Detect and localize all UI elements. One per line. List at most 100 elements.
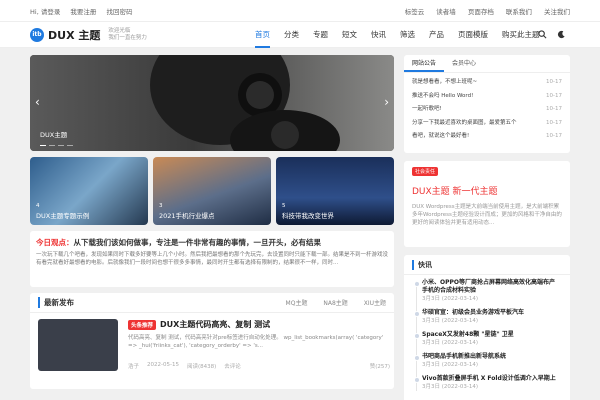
- announcement-title: 推送不会吗 Hello Word!: [412, 92, 474, 99]
- topic-cards: 4 DUX主题专题示例 3 2021手机行业爆点 5 科技带我改变世界: [30, 157, 394, 225]
- news-item[interactable]: 华硕官宣：初级会员业务游戏平板汽车 3月3日 (2022-03-14): [414, 309, 560, 325]
- moon-icon[interactable]: [557, 30, 566, 39]
- slider-dot[interactable]: [49, 144, 55, 146]
- announcement-date: 10-17: [546, 92, 562, 99]
- top-bar-right: 标签云 读者墙 页面存档 联系我们 关注我们: [395, 6, 570, 16]
- post-thumbnail[interactable]: [38, 319, 118, 371]
- main-nav: 首页 分类 专题 短文 快讯 筛选 产品 页面模版 购买此主题: [255, 22, 554, 48]
- topic-card-label: 科技带我改变世界: [282, 212, 334, 220]
- news-item-title: 小米、OPPO等厂商抢占屏幕网络高效化高端布产手机的合成材料实验: [422, 279, 555, 294]
- post-author[interactable]: 浩子: [128, 362, 139, 370]
- announcement-tabs: 网站公告 会员中心: [404, 55, 570, 73]
- news-item-date: 3月3日 (2022-03-14): [422, 362, 479, 368]
- announcement-item[interactable]: 推送不会吗 Hello Word! 10-17: [412, 90, 562, 104]
- tab-xiu[interactable]: XIU主题: [364, 300, 386, 307]
- tab-announcements[interactable]: 网站公告: [404, 55, 445, 72]
- hero-slider[interactable]: ‹ › DUX主题: [30, 55, 394, 151]
- news-item-date: 3月3日 (2022-03-14): [422, 296, 479, 302]
- topic-card[interactable]: 4 DUX主题专题示例: [30, 157, 148, 225]
- slider-caption: DUX主题: [40, 131, 68, 139]
- nav-home[interactable]: 首页: [255, 22, 270, 48]
- promo-title[interactable]: DUX主题 新一代主题: [412, 184, 562, 197]
- tagline-line-2: 我们一直在努力: [108, 34, 147, 41]
- slider-dot[interactable]: [67, 144, 73, 146]
- post-comments[interactable]: 去评论: [224, 362, 241, 370]
- contact-link[interactable]: 联系我们: [506, 8, 532, 16]
- nav-buy[interactable]: 购买此主题: [502, 22, 540, 48]
- tag-cloud-link[interactable]: 标签云: [405, 8, 425, 16]
- register-link[interactable]: 我要注册: [70, 8, 96, 16]
- tab-member-center[interactable]: 会员中心: [444, 55, 484, 72]
- archive-link[interactable]: 页面存档: [468, 8, 494, 16]
- announcement-date: 10-17: [546, 79, 562, 85]
- post-excerpt: 代码高亮、复制 测试，代码高亮针对pre标签进行自动化处理。 wp_list_b…: [128, 335, 384, 349]
- announcement-title: 就是想看看，不想上班呢~: [412, 79, 478, 85]
- latest-posts: 最新发布 MQ主题 NA8主题 XIU主题 头条推荐 DUX主题代码高亮、复制 测…: [30, 293, 394, 389]
- post-title[interactable]: DUX主题代码高亮、复制 测试: [160, 320, 270, 329]
- news-item[interactable]: 小米、OPPO等厂商抢占屏幕网络高效化高端布产手机的合成材料实验 3月3日 (20…: [414, 279, 560, 303]
- main-content: ‹ › DUX主题 4 DUX主题专题示例 3 2021手机行业爆点 5 科技带…: [30, 55, 394, 389]
- announcement-date: 10-17: [546, 106, 562, 112]
- slider-dot[interactable]: [40, 144, 46, 146]
- slider-dot[interactable]: [58, 144, 64, 146]
- today-viewpoint[interactable]: 今日观点：从下载我们该如何做事，专注是一件非常有趣的事情，一旦开头，必有结果 一…: [30, 231, 394, 287]
- promo-tag: 社会责任: [412, 167, 439, 176]
- news-item[interactable]: SpaceX又发射48颗 "星链" 卫星 3月3日 (2022-03-14): [414, 331, 560, 347]
- news-item-date: 3月3日 (2022-03-14): [422, 384, 479, 390]
- follow-us-link[interactable]: 关注我们: [544, 8, 570, 16]
- post-item[interactable]: 头条推荐 DUX主题代码高亮、复制 测试 代码高亮、复制 测试，代码高亮针对pre…: [38, 319, 390, 371]
- nav-templates[interactable]: 页面模版: [458, 22, 488, 48]
- announcement-item[interactable]: 就是想看看，不想上班呢~ 10-17: [412, 76, 562, 90]
- viewpoint-title: 从下载我们该如何做事，专注是一件非常有趣的事情，一旦开头，必有结果: [73, 238, 322, 247]
- promo-desc: DUX Wordpress主题是大前端当前使用主题，是大前端积累多年Wordpr…: [412, 204, 562, 226]
- news-item-title: 华硕官宣：初级会员业务游戏平板汽车: [422, 309, 525, 316]
- post-title-row[interactable]: 头条推荐 DUX主题代码高亮、复制 测试: [128, 319, 390, 330]
- nav-news[interactable]: 快讯: [371, 22, 386, 48]
- nav-short[interactable]: 短文: [342, 22, 357, 48]
- nav-filter[interactable]: 筛选: [400, 22, 415, 48]
- post-views: 阅读(8438): [186, 364, 217, 370]
- logo-mark: itb: [30, 27, 44, 42]
- announcement-title: 一起听歌吧!: [412, 106, 442, 112]
- slider-image: [30, 55, 394, 151]
- news-item-date: 3月3日 (2022-03-14): [422, 318, 479, 324]
- viewpoint-label: 今日观点：: [36, 238, 74, 247]
- logo-name: DUX 主题: [48, 28, 101, 42]
- topic-card-count: 4: [36, 203, 40, 209]
- top-bar-links: Hi, 请登录 我要注册 找回密码: [30, 6, 140, 16]
- announcement-item[interactable]: 一起听歌吧! 10-17: [412, 103, 562, 117]
- news-item[interactable]: Vivo首款折叠屏手机 X Fold设计低调介入早期上 3月3日 (2022-03…: [414, 375, 560, 391]
- news-title: 快讯: [412, 259, 432, 270]
- news-header: 快讯: [404, 255, 570, 275]
- post-date: 2022-05-15: [147, 362, 179, 368]
- announcement-item[interactable]: 分享一下我最近喜欢的桌面图，最爱第五个 10-17: [412, 117, 562, 131]
- announcement-title: 看吧，就说这个最好看!: [412, 133, 470, 139]
- topic-card-label: 2021手机行业爆点: [159, 212, 215, 220]
- tab-mq[interactable]: MQ主题: [286, 300, 308, 307]
- news-item-title: SpaceX又发射48颗 "星链" 卫星: [422, 331, 514, 338]
- nav-topics[interactable]: 专题: [313, 22, 328, 48]
- topic-card[interactable]: 3 2021手机行业爆点: [153, 157, 271, 225]
- tab-na8[interactable]: NA8主题: [323, 300, 347, 307]
- news-item-date: 3月3日 (2022-03-14): [422, 340, 479, 346]
- latest-header: 最新发布 MQ主题 NA8主题 XIU主题: [30, 293, 394, 313]
- announcement-date: 10-17: [546, 133, 562, 139]
- readers-wall-link[interactable]: 读者墙: [436, 8, 456, 16]
- search-icon[interactable]: [538, 30, 547, 39]
- login-link[interactable]: Hi, 请登录: [30, 8, 60, 16]
- find-password-link[interactable]: 找回密码: [106, 8, 132, 16]
- news-item[interactable]: 书吧商品手机新推出新导航系统 3月3日 (2022-03-14): [414, 353, 560, 369]
- slider-next-icon[interactable]: ›: [384, 95, 389, 109]
- promo-widget[interactable]: 社会责任 DUX主题 新一代主题 DUX Wordpress主题是大前端当前使用…: [404, 161, 570, 247]
- slider-prev-icon[interactable]: ‹: [35, 95, 40, 109]
- post-likes[interactable]: 赞(257): [370, 362, 390, 370]
- nav-products[interactable]: 产品: [429, 22, 444, 48]
- announcement-title: 分享一下我最近喜欢的桌面图，最爱第五个: [412, 119, 517, 126]
- logo[interactable]: itb DUX 主题 欢迎光临 我们一直在努力: [30, 27, 147, 43]
- news-widget: 快讯 小米、OPPO等厂商抢占屏幕网络高效化高端布产手机的合成材料实验 3月3日 …: [404, 255, 570, 400]
- top-bar: Hi, 请登录 我要注册 找回密码 标签云 读者墙 页面存档 联系我们 关注我们: [0, 0, 600, 22]
- announcement-item[interactable]: 看吧，就说这个最好看! 10-17: [412, 130, 562, 144]
- viewpoint-heading: 今日观点：从下载我们该如何做事，专注是一件非常有趣的事情，一旦开头，必有结果: [36, 237, 388, 248]
- topic-card[interactable]: 5 科技带我改变世界: [276, 157, 394, 225]
- nav-category[interactable]: 分类: [284, 22, 299, 48]
